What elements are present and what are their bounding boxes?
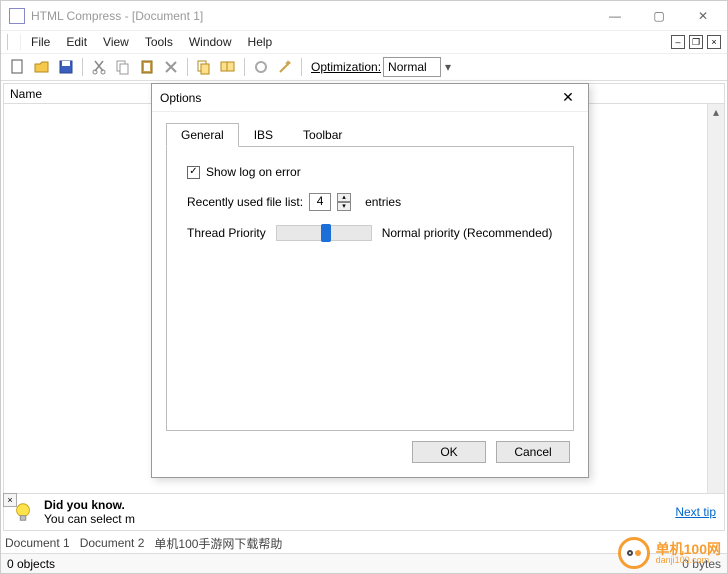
show-log-label: Show log on error (206, 165, 301, 179)
show-log-checkbox[interactable]: ✓ (187, 166, 200, 179)
thread-priority-desc: Normal priority (Recommended) (382, 226, 553, 240)
menu-file[interactable]: File (23, 33, 58, 51)
menu-grip-icon[interactable] (7, 34, 21, 50)
thread-priority-label: Thread Priority (187, 226, 266, 240)
mdi-minimize-button[interactable]: – (671, 35, 685, 49)
tab-panel-general: ✓ Show log on error Recently used file l… (166, 147, 574, 431)
window-title: HTML Compress - [Document 1] (31, 9, 593, 23)
close-button[interactable]: ✕ (681, 2, 725, 30)
copy-doc-button[interactable] (193, 56, 215, 78)
dialog-close-button[interactable]: ✕ (556, 86, 580, 110)
tip-body: You can select m (44, 512, 135, 526)
menu-window[interactable]: Window (181, 33, 240, 51)
status-bytes: 0 bytes (682, 557, 721, 571)
spin-up-button[interactable]: ▴ (337, 193, 351, 202)
optimization-select[interactable]: Normal (383, 57, 441, 77)
dialog-tabs: General IBS Toolbar (166, 122, 574, 147)
status-objects: 0 objects (7, 557, 55, 571)
tip-bar: × Did you know. You can select m Next ti… (3, 493, 725, 531)
delete-button[interactable] (160, 56, 182, 78)
recent-files-suffix: entries (365, 195, 401, 209)
scroll-up-icon[interactable]: ▴ (709, 104, 724, 119)
vertical-scrollbar[interactable]: ▴ ▾ (707, 104, 724, 508)
spin-down-button[interactable]: ▾ (337, 202, 351, 211)
optimization-value: Normal (388, 60, 427, 74)
slider-thumb-icon[interactable] (321, 224, 331, 242)
copy-all-button[interactable] (217, 56, 239, 78)
new-button[interactable] (7, 56, 29, 78)
menu-edit[interactable]: Edit (58, 33, 95, 51)
dropdown-caret-icon[interactable]: ▾ (445, 60, 451, 74)
tip-heading: Did you know. (44, 498, 135, 512)
copy-button[interactable] (112, 56, 134, 78)
next-tip-link[interactable]: Next tip (675, 505, 716, 519)
tab-toolbar[interactable]: Toolbar (288, 123, 357, 147)
document-tabs: Document 1 Document 2 单机100手游网下载帮助 (5, 533, 282, 553)
thread-priority-slider[interactable] (276, 225, 372, 241)
app-icon (9, 8, 25, 24)
menu-bar: File Edit View Tools Window Help – ❐ × (1, 31, 727, 53)
mdi-restore-button[interactable]: ❐ (689, 35, 703, 49)
menu-tools[interactable]: Tools (137, 33, 181, 51)
tab-document-3[interactable]: 单机100手游网下载帮助 (154, 535, 282, 552)
minimize-button[interactable]: — (593, 2, 637, 30)
tab-general[interactable]: General (166, 123, 239, 147)
tab-document-1[interactable]: Document 1 (5, 536, 70, 550)
menu-view[interactable]: View (95, 33, 137, 51)
paste-button[interactable] (136, 56, 158, 78)
cancel-button[interactable]: Cancel (496, 441, 570, 463)
options-dialog: Options ✕ General IBS Toolbar ✓ Show log… (151, 83, 589, 478)
tab-document-2[interactable]: Document 2 (80, 536, 145, 550)
tab-ibs[interactable]: IBS (239, 123, 288, 147)
recent-files-input[interactable]: 4 (309, 193, 331, 211)
dialog-title: Options (160, 91, 556, 105)
cut-button[interactable] (88, 56, 110, 78)
menu-help[interactable]: Help (240, 33, 281, 51)
optimization-label: Optimization: (311, 60, 381, 74)
status-bar: 0 objects 0 bytes (1, 553, 727, 573)
save-button[interactable] (55, 56, 77, 78)
mdi-close-button[interactable]: × (707, 35, 721, 49)
toolbar: Optimization: Normal ▾ (1, 53, 727, 81)
maximize-button[interactable]: ▢ (637, 2, 681, 30)
recent-files-label: Recently used file list: (187, 195, 303, 209)
tip-close-button[interactable]: × (3, 493, 17, 507)
refresh-button[interactable] (250, 56, 272, 78)
wand-button[interactable] (274, 56, 296, 78)
ok-button[interactable]: OK (412, 441, 486, 463)
title-bar: HTML Compress - [Document 1] — ▢ ✕ (1, 1, 727, 31)
open-button[interactable] (31, 56, 53, 78)
